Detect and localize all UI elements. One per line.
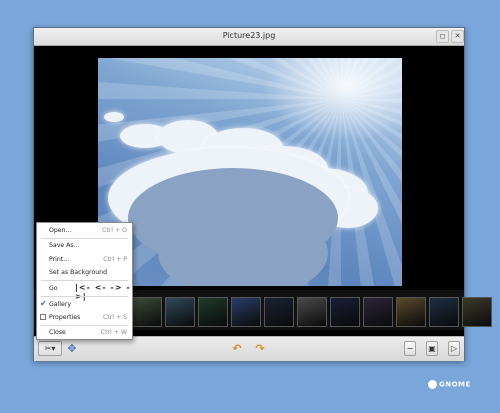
thumbnail[interactable] <box>132 297 162 327</box>
menu-separator <box>41 280 128 281</box>
thumbnail[interactable] <box>330 297 360 327</box>
thumbnail[interactable] <box>363 297 393 327</box>
checkmark-icon: ✔ <box>40 299 47 308</box>
menu-separator <box>41 296 128 297</box>
thumbnail[interactable] <box>462 297 492 327</box>
menu-item-save-as[interactable]: Save As... <box>37 240 132 252</box>
window-title: Picture23.jpg <box>222 31 276 40</box>
gnome-logo: GNOME <box>428 380 471 389</box>
menu-item-properties[interactable]: Properties Ctrl + S <box>37 312 132 324</box>
fullscreen-icon[interactable]: ▣ <box>426 341 438 356</box>
menu-separator <box>41 238 128 239</box>
thumbnail[interactable] <box>297 297 327 327</box>
thumbnail[interactable] <box>396 297 426 327</box>
menu-item-set-background[interactable]: Set as Background <box>37 267 132 279</box>
thumbnail[interactable] <box>429 297 459 327</box>
maximize-icon[interactable]: ◻ <box>436 30 449 43</box>
checkbox-icon <box>40 314 46 320</box>
menu-item-open[interactable]: Open... Ctrl + O <box>37 225 132 237</box>
chevron-down-icon: ▾ <box>51 344 56 353</box>
menu-item-gallery[interactable]: ✔ Gallery <box>37 299 132 311</box>
rotate-right-icon[interactable]: ↷ <box>253 342 267 356</box>
slideshow-icon[interactable]: ▷ <box>448 341 460 356</box>
thumbnail[interactable] <box>165 297 195 327</box>
fit-view-icon[interactable]: ✥ <box>65 342 79 356</box>
displayed-photo <box>98 58 402 286</box>
thumbnail[interactable] <box>198 297 228 327</box>
title-bar: Picture23.jpg ◻ ✕ <box>34 28 464 46</box>
tools-dropdown-menu: Open... Ctrl + O Save As... Print... Ctr… <box>36 222 133 340</box>
close-icon[interactable]: ✕ <box>451 30 464 43</box>
rotate-left-icon[interactable]: ↶ <box>230 342 244 356</box>
menu-item-go: Go |<- <- -> ->| <box>37 283 132 301</box>
tools-menu-button[interactable]: ✂▾ <box>38 341 62 356</box>
thumbnail[interactable] <box>231 297 261 327</box>
menu-item-close[interactable]: Close Ctrl + W <box>37 327 132 339</box>
gnome-foot-icon <box>428 380 437 389</box>
zoom-icon[interactable]: − <box>404 341 416 356</box>
menu-separator <box>41 325 128 326</box>
menu-item-print[interactable]: Print... Ctrl + P <box>37 254 132 266</box>
thumbnail[interactable] <box>264 297 294 327</box>
